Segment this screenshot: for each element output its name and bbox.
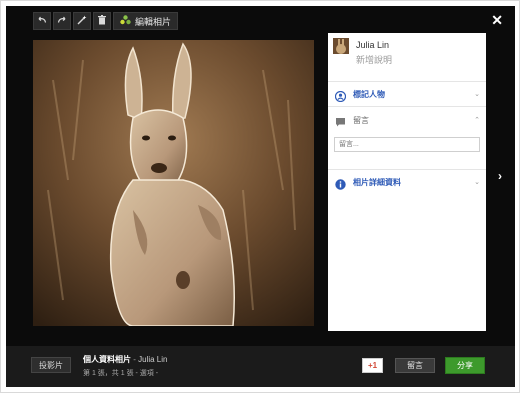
- next-arrow-icon[interactable]: ›: [498, 169, 502, 183]
- screenshot-frame: 編輯相片 ✕ Julia Lin 新增說明 標記人物 ⌄ 留言 ⌃ 留言... …: [0, 0, 520, 393]
- redo-button[interactable]: [53, 12, 71, 30]
- comment-input[interactable]: [334, 137, 480, 152]
- album-info: 個人資料相片 - Julia Lin: [83, 354, 167, 365]
- trash-icon: [98, 14, 106, 28]
- viewer-footer: 投影片 個人資料相片 - Julia Lin 第 1 張，共 1 張 - 選項 …: [6, 346, 515, 387]
- album-owner[interactable]: Julia Lin: [138, 355, 167, 364]
- edit-photo-button[interactable]: 編輯相片: [113, 12, 179, 30]
- undo-icon: [37, 16, 47, 27]
- edit-photo-label: 編輯相片: [135, 16, 172, 27]
- undo-button[interactable]: [33, 12, 51, 30]
- chevron-up-icon[interactable]: ⌃: [474, 116, 480, 124]
- photo-viewer: 編輯相片 ✕ Julia Lin 新增說明 標記人物 ⌄ 留言 ⌃ 留言... …: [6, 6, 515, 387]
- auto-fix-button[interactable]: [73, 12, 91, 30]
- comment-button[interactable]: 留言: [395, 358, 435, 373]
- owner-header: Julia Lin 新增說明: [333, 38, 483, 70]
- comment-icon: [335, 115, 346, 126]
- photo-toolbar: 編輯相片: [33, 12, 179, 30]
- kangaroo-photo: [33, 40, 314, 326]
- tag-person-icon: [334, 89, 347, 102]
- plus-one-button[interactable]: +1: [362, 358, 383, 373]
- tag-people-label: 標記人物: [353, 89, 385, 99]
- tag-people-section[interactable]: 標記人物 ⌄: [328, 81, 486, 104]
- edit-photo-icon: [120, 14, 131, 28]
- share-button[interactable]: 分享: [445, 357, 485, 374]
- chevron-down-icon[interactable]: ⌄: [474, 178, 480, 186]
- photo-details-section[interactable]: 相片詳細資料 ⌄: [328, 169, 486, 194]
- close-icon[interactable]: ✕: [491, 12, 503, 29]
- photo-details-label: 相片詳細資料: [353, 177, 401, 187]
- redo-icon: [57, 16, 67, 27]
- info-panel: Julia Lin 新增說明 標記人物 ⌄ 留言 ⌃ 留言... 相片詳細資料 …: [328, 33, 486, 331]
- photo-counter: 第 1 張，共 1 張 - 選項 -: [83, 370, 159, 377]
- info-icon: [335, 177, 346, 190]
- slideshow-button[interactable]: 投影片: [31, 357, 71, 373]
- add-description-field[interactable]: 新增說明: [356, 53, 392, 66]
- delete-button[interactable]: [93, 12, 111, 30]
- avatar[interactable]: [333, 38, 349, 54]
- comments-label: 留言: [353, 115, 369, 125]
- magic-wand-icon: [77, 15, 87, 28]
- album-title[interactable]: 個人資料相片: [83, 355, 131, 364]
- owner-name[interactable]: Julia Lin: [356, 40, 389, 50]
- chevron-down-icon[interactable]: ⌄: [474, 90, 480, 98]
